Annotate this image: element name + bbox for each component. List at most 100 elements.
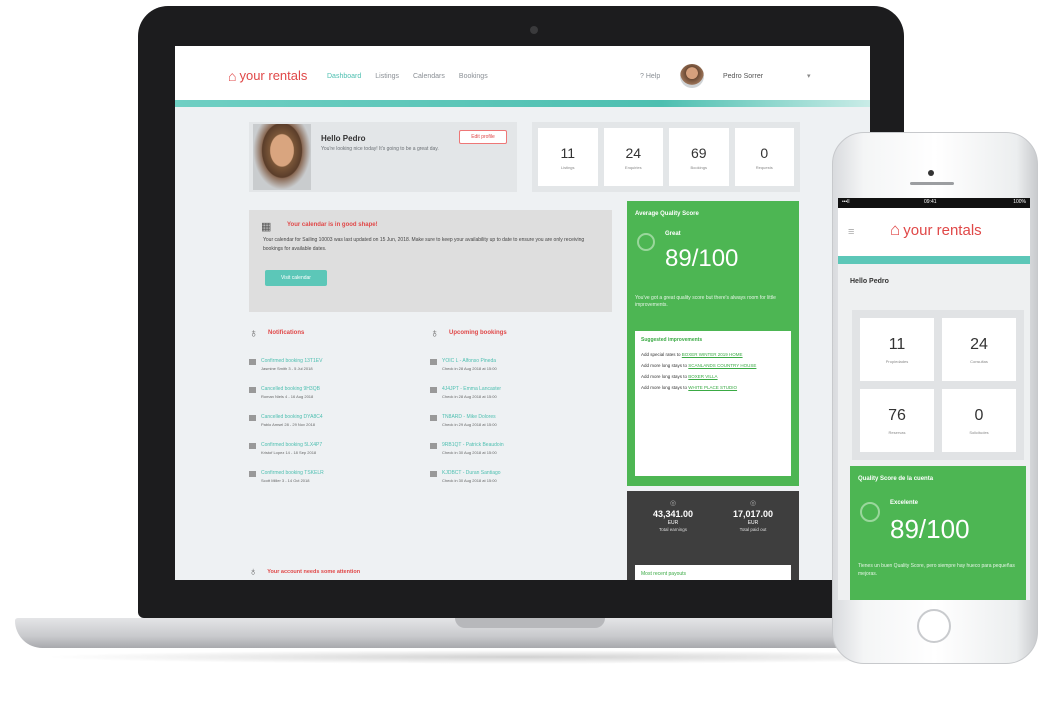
help-label: Help bbox=[645, 73, 661, 80]
stat-bookings[interactable]: 76 Reservas bbox=[860, 389, 934, 452]
tip-link[interactable]: BOXER WINTER 2019 HOME bbox=[682, 352, 743, 357]
stat-requests[interactable]: 0 Requests bbox=[734, 128, 794, 186]
notifications-list: ♁ Notifications Confirmed booking 13T1EV… bbox=[249, 326, 424, 498]
list-item-subtitle: Check in 30 Aug 2018 at 15:00 bbox=[442, 450, 497, 455]
quality-score-level: Excelente bbox=[890, 500, 919, 506]
tip-text: Add more long stays to bbox=[641, 363, 688, 368]
avatar[interactable] bbox=[680, 64, 704, 88]
improvement-tip: Add special rates to BOXER WINTER 2019 H… bbox=[641, 351, 785, 358]
list-item-title: YOIC L - Alfonso Pineda bbox=[442, 358, 497, 364]
brand-logo[interactable]: ⌂ your rentals bbox=[228, 68, 307, 83]
stat-listings[interactable]: 11 Listings bbox=[538, 128, 598, 186]
stat-bookings[interactable]: 69 Bookings bbox=[669, 128, 729, 186]
phone-screen: •••ll 09:41 100% ≡ ⌂ your rentals Hello … bbox=[838, 198, 1030, 600]
edit-profile-button[interactable]: Edit profile bbox=[459, 130, 507, 144]
nav-links: Dashboard Listings Calendars Bookings bbox=[327, 73, 488, 80]
list-item-title: KJDBCT - Duran Santiago bbox=[442, 470, 501, 476]
phone-camera-icon bbox=[928, 170, 934, 176]
earnings-label: Total earnings bbox=[658, 527, 688, 532]
mail-icon bbox=[430, 387, 437, 393]
tip-text: Add more long stays to bbox=[641, 374, 688, 379]
laptop-screen: ⌂ your rentals Dashboard Listings Calend… bbox=[175, 46, 870, 580]
stat-label: Propiedades bbox=[885, 358, 909, 364]
recent-payouts-link[interactable]: Most recent payouts bbox=[641, 571, 686, 577]
tip-link[interactable]: SCANLANDS COUNTRY HOUSE bbox=[688, 363, 756, 368]
list-item[interactable]: Confirmed booking TSKELR Scott Miller 3 -… bbox=[249, 470, 424, 483]
earnings-currency: EUR bbox=[667, 520, 679, 526]
nav-dashboard[interactable]: Dashboard bbox=[327, 73, 361, 80]
mobile-accent-bar bbox=[838, 256, 1030, 264]
stat-value: 0 bbox=[760, 144, 769, 161]
nav-bookings[interactable]: Bookings bbox=[459, 73, 488, 80]
list-item[interactable]: YOIC L - Alfonso Pineda Check in 28 Aug 2… bbox=[430, 358, 605, 371]
list-item[interactable]: Cancelled booking DYA8C4 Pablo Amsel 28 -… bbox=[249, 414, 424, 427]
list-item[interactable]: Confirmed booking 13T1EV Jasmine Smith 3 … bbox=[249, 358, 424, 371]
stat-enquiries[interactable]: 24 Consultas bbox=[942, 318, 1016, 381]
bell-icon: ♁ bbox=[249, 566, 258, 578]
phone-speaker bbox=[910, 182, 954, 185]
earnings-value: 17,017.00 bbox=[732, 509, 774, 519]
bell-icon: ♁ bbox=[249, 326, 258, 340]
stat-label: Bookings bbox=[690, 164, 707, 170]
list-item[interactable]: TN8ARD - Mike Dolores Check in 29 Aug 201… bbox=[430, 414, 605, 427]
profile-greeting: Hello Pedro bbox=[321, 134, 366, 143]
tip-link[interactable]: BOXER VILLA bbox=[688, 374, 717, 379]
earnings-label: Total paid out bbox=[739, 527, 767, 532]
stat-properties[interactable]: 11 Propiedades bbox=[860, 318, 934, 381]
improvement-tip: Add more long stays to SCANLANDS COUNTRY… bbox=[641, 362, 785, 369]
suggested-improvements: Suggested improvements Add special rates… bbox=[635, 331, 791, 476]
nav-calendars[interactable]: Calendars bbox=[413, 73, 445, 80]
upcoming-bookings-list: ♁ Upcoming bookings YOIC L - Alfonso Pin… bbox=[430, 326, 605, 498]
profile-subtitle: You're looking nice today! It's going to… bbox=[321, 146, 439, 152]
product-mockup: ⌂ your rentals Dashboard Listings Calend… bbox=[0, 0, 1040, 706]
total-paid-out: ◎ 17,017.00 EUR Total paid out bbox=[713, 499, 793, 532]
nav-accent-bar bbox=[175, 100, 870, 107]
stat-label: Requests bbox=[755, 164, 773, 170]
laptop-notch bbox=[455, 618, 605, 628]
tip-text: Add more long stays to bbox=[641, 385, 688, 390]
total-earnings: ◎ 43,341.00 EUR Total earnings bbox=[633, 499, 713, 532]
earnings-value: 43,341.00 bbox=[652, 509, 694, 519]
list-item[interactable]: KJDBCT - Duran Santiago Check in 30 Aug 2… bbox=[430, 470, 605, 483]
stat-value: 0 bbox=[974, 406, 984, 424]
quality-score-subtitle: Tienes un buen Quality Score, pero siemp… bbox=[858, 563, 1015, 577]
brand-logo[interactable]: ⌂ your rentals bbox=[890, 220, 982, 240]
home-button-icon bbox=[917, 609, 951, 643]
tip-link[interactable]: WHITE PLACE STUDIO bbox=[688, 385, 737, 390]
quality-score-title: Quality Score de la cuenta bbox=[858, 476, 934, 482]
stat-label: Enquiries bbox=[624, 164, 642, 170]
mail-icon bbox=[430, 415, 437, 421]
calendar-alert-body: Your calendar for Sailing 10003 was last… bbox=[263, 237, 585, 252]
laptop-camera-icon bbox=[530, 26, 538, 34]
list-item[interactable]: 4J4JPT - Emma Lancaster Check in 28 Aug 2… bbox=[430, 386, 605, 399]
mobile-header: ≡ ⌂ your rentals bbox=[838, 208, 1030, 258]
battery-icon: 100% bbox=[1013, 199, 1026, 205]
calendar-alert: ▦ Your calendar is in good shape! Your c… bbox=[249, 210, 612, 312]
list-item[interactable]: Cancelled booking 9H3QB Roman Niels 4 - 1… bbox=[249, 386, 424, 399]
status-bar: •••ll 09:41 100% bbox=[838, 198, 1030, 208]
stat-requests[interactable]: 0 Solicitudes bbox=[942, 389, 1016, 452]
profile-card: Hello Pedro You're looking nice today! I… bbox=[249, 122, 517, 192]
user-menu-name[interactable]: Pedro Sorrer bbox=[723, 73, 763, 80]
list-item[interactable]: 9RB1QT - Patrick Beaudoin Check in 30 Aug… bbox=[430, 442, 605, 455]
calendar-alert-title: Your calendar is in good shape! bbox=[287, 222, 378, 228]
stat-value: 24 bbox=[625, 144, 642, 161]
improvement-tip: Add more long stays to WHITE PLACE STUDI… bbox=[641, 384, 785, 391]
quality-score-card: Average Quality Score Great 89/100 You'v… bbox=[627, 201, 799, 486]
earnings-currency: EUR bbox=[747, 520, 759, 526]
help-link[interactable]: ? Help bbox=[640, 73, 660, 80]
stat-value: 11 bbox=[888, 335, 906, 353]
list-item-title: 9RB1QT - Patrick Beaudoin bbox=[442, 442, 504, 448]
list-item-subtitle: Check in 28 Aug 2018 at 15:00 bbox=[442, 394, 497, 399]
coin-icon: ◎ bbox=[749, 500, 757, 507]
nav-listings[interactable]: Listings bbox=[375, 73, 399, 80]
upcoming-title: Upcoming bookings bbox=[449, 330, 507, 336]
mail-icon bbox=[430, 471, 437, 477]
stat-enquiries[interactable]: 24 Enquiries bbox=[603, 128, 663, 186]
visit-calendar-button[interactable]: Visit calendar bbox=[265, 270, 327, 286]
mail-icon bbox=[249, 359, 256, 365]
hamburger-menu-icon[interactable]: ≡ bbox=[848, 226, 854, 238]
list-item[interactable]: Confirmed booking 5LX4P7 Kristof Lopez 14… bbox=[249, 442, 424, 455]
list-item-title: Cancelled booking DYA8C4 bbox=[261, 414, 323, 420]
chevron-down-icon[interactable]: ▾ bbox=[807, 72, 811, 80]
